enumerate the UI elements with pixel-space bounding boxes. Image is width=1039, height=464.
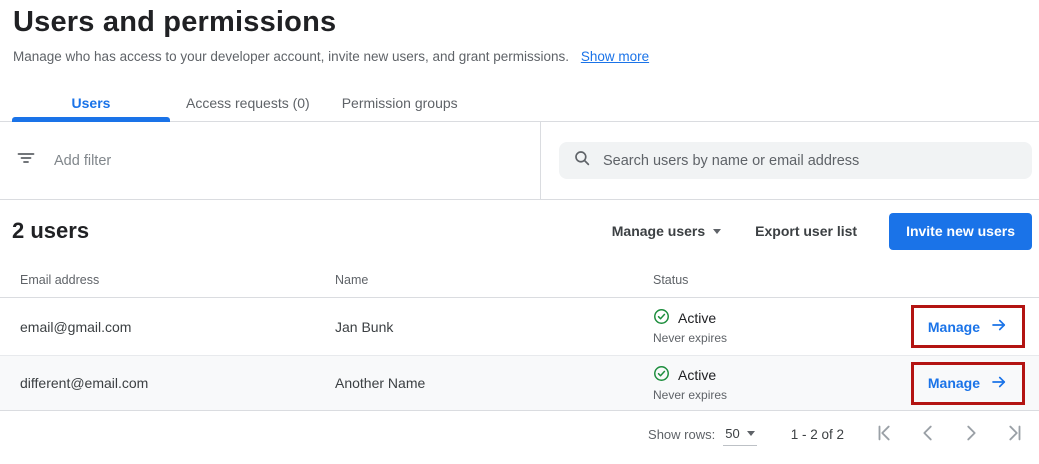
rows-per-page-select[interactable]: 50 bbox=[723, 423, 757, 446]
manage-button[interactable]: Manage bbox=[924, 314, 1012, 339]
users-toolbar: 2 users Manage users Export user list In… bbox=[0, 200, 1039, 262]
col-email-address: Email address bbox=[20, 272, 100, 287]
status-label: Active bbox=[678, 366, 717, 383]
status-badge: Active bbox=[653, 308, 911, 328]
users-count: 2 users bbox=[12, 218, 90, 243]
filter-list-icon bbox=[16, 148, 36, 173]
page-title: Users and permissions bbox=[13, 6, 337, 38]
show-more-link[interactable]: Show more bbox=[581, 49, 649, 64]
check-circle-icon bbox=[653, 308, 670, 328]
cell-email: different@email.com bbox=[20, 375, 149, 391]
tab-access-requests[interactable]: Access requests (0) bbox=[170, 85, 326, 121]
caret-down-icon bbox=[713, 228, 722, 234]
cell-status: Active Never expires bbox=[653, 365, 911, 402]
previous-page-button[interactable] bbox=[915, 420, 941, 449]
cell-status: Active Never expires bbox=[653, 308, 911, 345]
cell-email: email@gmail.com bbox=[20, 318, 132, 335]
export-user-list-label: Export user list bbox=[755, 223, 858, 239]
chevron-right-icon bbox=[960, 422, 982, 447]
status-expiry: Never expires bbox=[653, 331, 728, 345]
col-name: Name bbox=[335, 272, 369, 287]
manage-annotation-box: Manage bbox=[910, 305, 1025, 348]
tab-permission-groups[interactable]: Permission groups bbox=[326, 85, 474, 121]
tab-access-requests-label: Access requests (0) bbox=[186, 95, 310, 111]
tab-bar: Users Access requests (0) Permission gro… bbox=[0, 85, 1039, 122]
page-header: Users and permissions Manage who has acc… bbox=[0, 0, 1039, 64]
check-circle-icon bbox=[653, 365, 670, 385]
cell-name: Jan Bunk bbox=[335, 318, 394, 335]
chevron-left-icon bbox=[917, 422, 939, 447]
pager-controls bbox=[872, 420, 1027, 449]
status-label: Active bbox=[678, 310, 717, 326]
page-range-label: 1 - 2 of 2 bbox=[790, 426, 844, 442]
search-box[interactable] bbox=[559, 142, 1032, 179]
users-permissions-page: Users and permissions Manage who has acc… bbox=[0, 0, 1039, 464]
first-page-button[interactable] bbox=[872, 420, 898, 449]
search-icon bbox=[573, 149, 591, 172]
col-status: Status bbox=[653, 272, 689, 287]
status-badge: Active bbox=[653, 365, 911, 385]
arrow-right-icon bbox=[990, 316, 1008, 337]
search-input[interactable] bbox=[603, 152, 1020, 169]
users-table: Email address Name Status email@gmail.co… bbox=[0, 262, 1039, 411]
first-page-icon bbox=[874, 422, 896, 447]
pagination: Show rows: 50 1 - 2 of 2 bbox=[0, 411, 1039, 457]
arrow-right-icon bbox=[990, 373, 1008, 394]
add-filter-input[interactable] bbox=[54, 152, 434, 169]
manage-users-dropdown[interactable]: Manage users bbox=[602, 215, 731, 247]
last-page-icon bbox=[1003, 422, 1025, 447]
export-user-list-button[interactable]: Export user list bbox=[745, 215, 867, 247]
manage-label: Manage bbox=[927, 318, 980, 335]
manage-annotation-box: Manage bbox=[910, 361, 1025, 405]
tab-users-label: Users bbox=[71, 95, 111, 111]
manage-cell: Manage bbox=[910, 361, 1025, 405]
subtitle-text: Manage who has access to your developer … bbox=[13, 49, 570, 64]
show-rows-label: Show rows: bbox=[648, 426, 716, 442]
status-expiry: Never expires bbox=[653, 387, 728, 402]
manage-users-label: Manage users bbox=[611, 223, 706, 239]
manage-button[interactable]: Manage bbox=[924, 371, 1012, 396]
invite-new-users-button[interactable]: Invite new users bbox=[889, 212, 1032, 250]
caret-down-icon bbox=[746, 430, 755, 436]
rows-per-page-value: 50 bbox=[725, 425, 740, 441]
tab-users[interactable]: Users bbox=[12, 85, 170, 122]
table-header: Email address Name Status bbox=[0, 262, 1039, 298]
manage-cell: Manage bbox=[910, 305, 1025, 348]
table-row: email@gmail.com Jan Bunk Active Never ex… bbox=[0, 298, 1039, 356]
page-subtitle: Manage who has access to your developer … bbox=[13, 49, 1025, 64]
cell-name: Another Name bbox=[335, 375, 426, 391]
next-page-button[interactable] bbox=[958, 420, 984, 449]
filter-search-row bbox=[0, 122, 1039, 200]
manage-label: Manage bbox=[927, 375, 980, 391]
table-row: different@email.com Another Name Active … bbox=[0, 356, 1039, 411]
tab-permission-groups-label: Permission groups bbox=[341, 95, 458, 111]
last-page-button[interactable] bbox=[1001, 420, 1027, 449]
search-area bbox=[540, 122, 1039, 199]
filter-bar[interactable] bbox=[0, 122, 540, 199]
